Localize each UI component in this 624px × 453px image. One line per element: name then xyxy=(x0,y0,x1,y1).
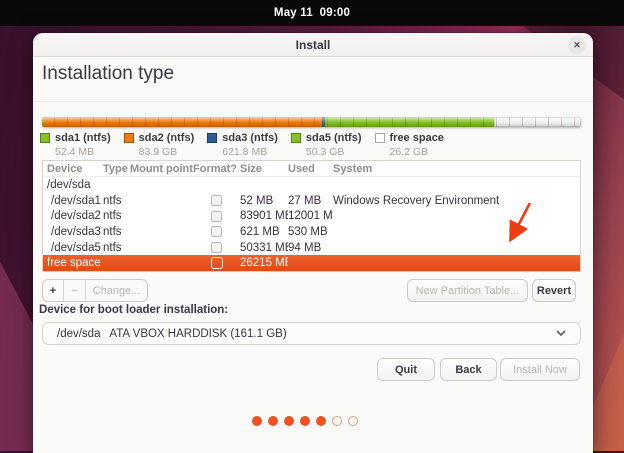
legend-item-sda1: sda1 (ntfs) 52.4 MB xyxy=(40,132,111,158)
cell-device: /dev/sda1 xyxy=(47,195,103,207)
legend-size: 50.3 GB xyxy=(306,146,362,158)
quit-button[interactable]: Quit xyxy=(377,358,435,381)
change-partition-button[interactable]: Change... xyxy=(86,280,147,301)
legend-swatch xyxy=(291,133,301,143)
remove-partition-button[interactable]: − xyxy=(64,280,86,301)
table-header-row: Device Type Mount point Format? Size Use… xyxy=(43,161,580,177)
progress-dot-empty xyxy=(348,416,358,426)
format-checkbox[interactable] xyxy=(211,226,222,237)
back-button[interactable]: Back xyxy=(440,358,497,381)
progress-dot-filled xyxy=(284,416,294,426)
cell-system: Windows Recovery Environment xyxy=(333,195,580,207)
table-row-sda1[interactable]: /dev/sda1 ntfs 52 MB 27 MB Windows Recov… xyxy=(43,193,580,209)
new-partition-table-button[interactable]: New Partition Table... xyxy=(407,279,528,302)
gnome-top-bar: May 11 09:00 xyxy=(0,0,624,26)
cell-device: /dev/sda xyxy=(47,179,103,191)
chevron-down-icon xyxy=(556,330,566,337)
legend-size: 52.4 MB xyxy=(55,146,111,158)
cell-used: 94 MB xyxy=(288,242,333,254)
partition-table: Device Type Mount point Format? Size Use… xyxy=(42,160,581,272)
disk-bar-segment-sda2 xyxy=(43,117,323,127)
cell-device: /dev/sda3 xyxy=(47,226,103,238)
page-title: Installation type xyxy=(42,63,174,85)
table-row-free-space-selected[interactable]: free space 26215 MB xyxy=(43,255,580,271)
col-header-format: Format? xyxy=(193,163,240,175)
cell-type: ntfs xyxy=(103,210,130,222)
cell-device: /dev/sda2 xyxy=(47,210,103,222)
close-icon[interactable]: ✕ xyxy=(568,36,586,54)
clock[interactable]: May 11 09:00 xyxy=(274,7,350,19)
col-header-type: Type xyxy=(103,163,130,175)
install-now-button[interactable]: Install Now xyxy=(500,358,580,381)
cell-size: 26215 MB xyxy=(240,257,288,269)
legend-swatch xyxy=(40,133,50,143)
table-row-dev-sda[interactable]: /dev/sda xyxy=(43,177,580,193)
cell-device: /dev/sda5 xyxy=(47,242,103,254)
col-header-device: Device xyxy=(47,163,103,175)
cell-device: free space xyxy=(47,257,103,269)
legend-swatch xyxy=(375,133,385,143)
progress-dot-filled xyxy=(300,416,310,426)
disk-usage-bar xyxy=(42,117,581,127)
cell-size: 621 MB xyxy=(240,226,288,238)
legend-label: sda1 (ntfs) xyxy=(55,132,111,144)
cell-used: 12001 MB xyxy=(288,210,333,222)
legend-item-free-space: free space 26.2 GB xyxy=(375,132,444,158)
legend-size: 83.9 GB xyxy=(139,146,195,158)
cell-used: 530 MB xyxy=(288,226,333,238)
col-header-size: Size xyxy=(240,163,288,175)
partition-legend: sda1 (ntfs) 52.4 MB sda2 (ntfs) 83.9 GB … xyxy=(40,132,444,158)
format-checkbox[interactable] xyxy=(211,211,222,222)
col-header-system: System xyxy=(333,163,580,175)
window-title: Install xyxy=(296,38,331,52)
table-row-sda5[interactable]: /dev/sda5 ntfs 50331 MB 94 MB xyxy=(43,240,580,256)
cell-size: 52 MB xyxy=(240,195,288,207)
legend-item-sda3: sda3 (ntfs) 621.8 MB xyxy=(207,132,278,158)
format-checkbox[interactable] xyxy=(211,242,222,253)
legend-item-sda5: sda5 (ntfs) 50.3 GB xyxy=(291,132,362,158)
cell-type: ntfs xyxy=(103,195,130,207)
disk-bar-segment-sda5 xyxy=(325,117,493,127)
legend-label: sda3 (ntfs) xyxy=(222,132,278,144)
col-header-used: Used xyxy=(288,163,333,175)
progress-dot-empty xyxy=(332,416,342,426)
disk-bar-segment-free-space xyxy=(494,117,581,127)
boot-loader-device-dropdown[interactable]: /dev/sda ATA VBOX HARDDISK (161.1 GB) xyxy=(42,322,581,345)
col-header-mount-point: Mount point xyxy=(130,163,193,175)
cell-size: 83901 MB xyxy=(240,210,288,222)
legend-label: sda2 (ntfs) xyxy=(139,132,195,144)
legend-size: 26.2 GB xyxy=(390,146,444,158)
legend-swatch xyxy=(124,133,134,143)
legend-size: 621.8 MB xyxy=(222,146,278,158)
progress-dot-filled xyxy=(316,416,326,426)
revert-button[interactable]: Revert xyxy=(532,279,576,302)
legend-label: free space xyxy=(390,132,444,144)
cell-size: 50331 MB xyxy=(240,242,288,254)
legend-label: sda5 (ntfs) xyxy=(306,132,362,144)
install-window: Install ✕ Installation type sda1 (ntfs) … xyxy=(33,33,593,453)
progress-dot-filled xyxy=(252,416,262,426)
boot-loader-label: Device for boot loader installation: xyxy=(39,304,228,316)
table-row-sda3[interactable]: /dev/sda3 ntfs 621 MB 530 MB xyxy=(43,224,580,240)
format-checkbox[interactable] xyxy=(211,195,222,206)
add-partition-button[interactable]: + xyxy=(43,280,64,301)
divider xyxy=(33,101,593,102)
legend-item-sda2: sda2 (ntfs) 83.9 GB xyxy=(124,132,195,158)
install-progress-dots xyxy=(252,416,358,426)
cell-type: ntfs xyxy=(103,242,130,254)
partition-edit-button-group: + − Change... xyxy=(42,279,148,302)
format-checkbox[interactable] xyxy=(211,257,223,269)
cell-type: ntfs xyxy=(103,226,130,238)
dropdown-selected-value: /dev/sda ATA VBOX HARDDISK (161.1 GB) xyxy=(57,328,287,340)
cell-used: 27 MB xyxy=(288,195,333,207)
table-row-sda2[interactable]: /dev/sda2 ntfs 83901 MB 12001 MB xyxy=(43,208,580,224)
progress-dot-filled xyxy=(268,416,278,426)
window-titlebar[interactable]: Install ✕ xyxy=(33,33,593,57)
legend-swatch xyxy=(207,133,217,143)
